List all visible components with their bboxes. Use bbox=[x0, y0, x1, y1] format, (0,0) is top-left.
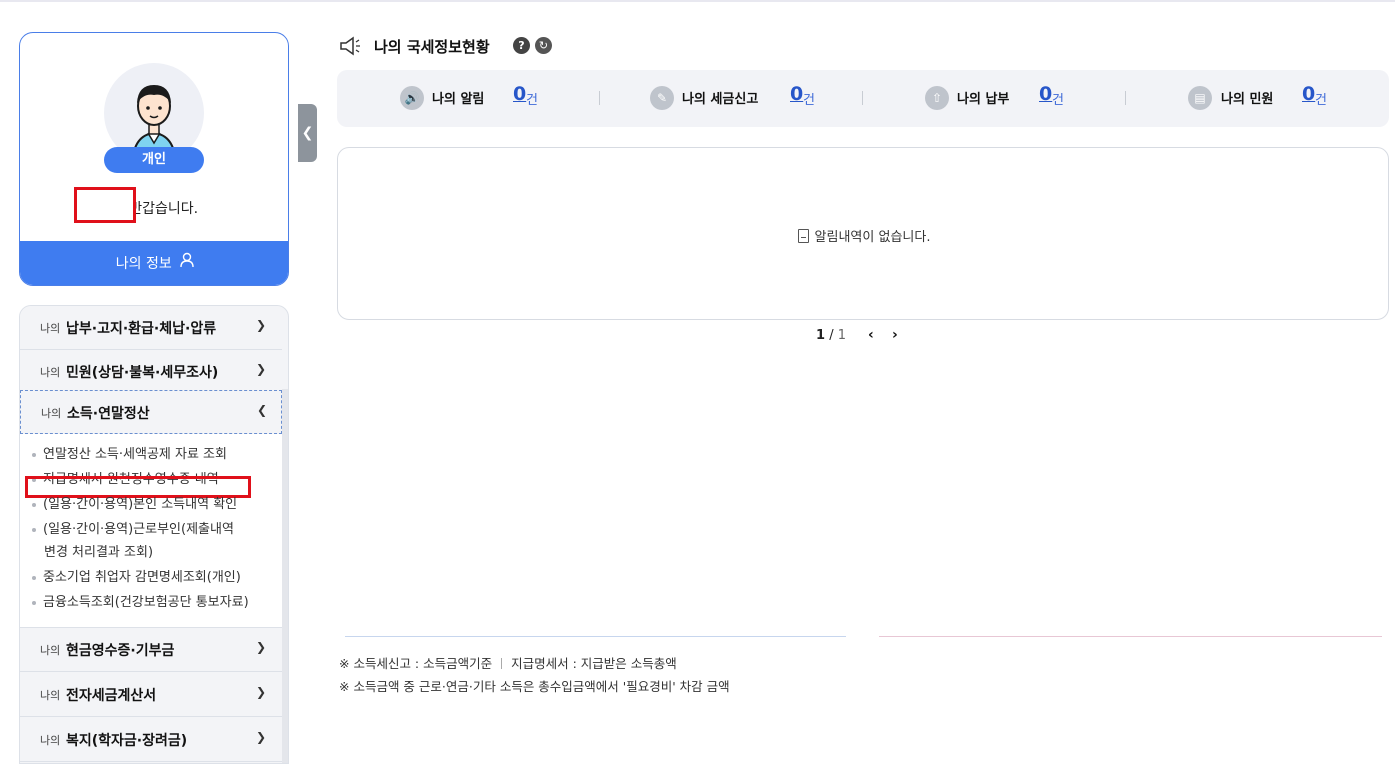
chevron-down-icon: ❯ bbox=[256, 640, 267, 654]
submenu-item-label: 중소기업 취업자 감면명세조회(개인) bbox=[43, 570, 241, 585]
person-icon bbox=[180, 241, 194, 285]
menu-item-payment[interactable]: 나의 납부·고지·환급·체납·압류 ❯ bbox=[20, 306, 282, 350]
stat-count[interactable]: 0 bbox=[1039, 83, 1052, 105]
menu-item-civil[interactable]: 나의 민원(상담·불복·세무조사) ❯ bbox=[20, 350, 282, 394]
menu-item-label: 납부·고지·환급·체납·압류 bbox=[66, 321, 217, 337]
menu-item-einvoice[interactable]: 나의 전자세금계산서 ❯ bbox=[20, 673, 282, 717]
help-icon[interactable]: ? bbox=[513, 37, 530, 54]
footnotes: ※ 소득세신고 : 소득금액기준 지급명세서 : 지급받은 소득총액 ※ 소득금액… bbox=[339, 652, 730, 698]
menu-prefix: 나의 bbox=[40, 689, 61, 702]
stat-label: 나의 알림 bbox=[432, 92, 485, 107]
page-total: 1 bbox=[837, 328, 846, 343]
chevron-left-icon[interactable]: ‹ bbox=[868, 327, 874, 343]
menu-item-label: 전자세금계산서 bbox=[66, 688, 157, 704]
submenu-item[interactable]: (일용·간이·용역)근로부인(제출내역 bbox=[32, 519, 234, 541]
megaphone-icon bbox=[338, 34, 362, 62]
chevron-left-icon: ❮ bbox=[301, 125, 314, 141]
submenu-item[interactable]: 중소기업 취업자 감면명세조회(개인) bbox=[32, 567, 241, 589]
stat-divider bbox=[599, 91, 600, 105]
refresh-icon[interactable]: ↻ bbox=[535, 37, 552, 54]
submenu-item-label: (일용·간이·용역)본인 소득내역 확인 bbox=[43, 497, 238, 512]
stat-divider bbox=[1125, 91, 1126, 105]
menu-prefix: 나의 bbox=[40, 322, 61, 335]
submenu-item-label: 연말정산 소득·세액공제 자료 조회 bbox=[43, 447, 227, 462]
submenu-item[interactable]: 금융소득조회(건강보험공단 통보자료) bbox=[32, 592, 249, 614]
submenu-item-label: 변경 처리결과 조회) bbox=[44, 545, 154, 560]
menu-item-label: 소득·연말정산 bbox=[67, 406, 150, 422]
redacted-name-box bbox=[74, 187, 136, 223]
chevron-down-icon: ❯ bbox=[256, 685, 267, 699]
submenu-item-continued[interactable]: 변경 처리결과 조회) bbox=[44, 542, 153, 564]
panel-divider bbox=[879, 636, 1382, 637]
menu-prefix: 나의 bbox=[41, 407, 62, 420]
my-info-button[interactable]: 나의 정보 bbox=[20, 241, 288, 285]
stat-count[interactable]: 0 bbox=[1302, 83, 1315, 105]
footnote-line: ※ 소득금액 중 근로·연금·기타 소득은 총수입금액에서 '필요경비' 차감 … bbox=[339, 679, 730, 694]
menu-item-welfare[interactable]: 나의 복지(학자금·장려금) ❯ bbox=[20, 718, 282, 762]
menu-item-receipt[interactable]: 나의 현금영수증·기부금 ❯ bbox=[20, 628, 282, 672]
submenu-item[interactable]: (일용·간이·용역)본인 소득내역 확인 bbox=[32, 494, 237, 516]
stat-divider bbox=[862, 91, 863, 105]
empty-message-text: 알림내역이 없습니다. bbox=[814, 230, 931, 245]
stat-unit: 건 bbox=[1052, 93, 1064, 108]
submenu-item[interactable]: 연말정산 소득·세액공제 자료 조회 bbox=[32, 444, 227, 466]
menu-scrollbar[interactable] bbox=[282, 389, 288, 763]
footnote-line: ※ 소득세신고 : 소득금액기준 지급명세서 : 지급받은 소득총액 bbox=[339, 656, 677, 671]
stat-count[interactable]: 0 bbox=[790, 83, 803, 105]
chevron-down-icon: ❯ bbox=[256, 362, 267, 376]
top-divider bbox=[0, 0, 1395, 2]
stat-count[interactable]: 0 bbox=[513, 83, 526, 105]
clipboard-icon: ▤ bbox=[1188, 86, 1212, 110]
sidebar-menu: 나의 납부·고지·환급·체납·압류 ❯ 나의 민원(상담·불복·세무조사) ❯ … bbox=[19, 305, 289, 764]
payment-icon: ⇧ bbox=[925, 86, 949, 110]
menu-item-label: 현금영수증·기부금 bbox=[66, 643, 175, 659]
empty-message: 알림내역이 없습니다. bbox=[338, 226, 1390, 245]
menu-item-label: 복지(학자금·장려금) bbox=[66, 733, 188, 749]
document-edit-icon: ✎ bbox=[650, 86, 674, 110]
stat-label: 나의 납부 bbox=[957, 92, 1010, 107]
menu-prefix: 나의 bbox=[40, 366, 61, 379]
document-icon bbox=[797, 229, 809, 243]
page-current: 1 bbox=[816, 328, 826, 343]
menu-prefix: 나의 bbox=[40, 734, 61, 747]
profile-card: 개인 님 반갑습니다. 나의 정보 bbox=[19, 32, 289, 286]
menu-prefix: 나의 bbox=[40, 644, 61, 657]
pagination: 1 / 1 ‹ › bbox=[816, 327, 898, 343]
stat-unit: 건 bbox=[526, 93, 538, 108]
user-type-badge: 개인 bbox=[104, 147, 204, 173]
chevron-right-icon[interactable]: › bbox=[892, 327, 898, 343]
chevron-down-icon: ❯ bbox=[256, 730, 267, 744]
stat-unit: 건 bbox=[803, 93, 815, 108]
income-submenu: 연말정산 소득·세액공제 자료 조회 지급명세서·원천징수영수증 내역 (일용·… bbox=[20, 434, 282, 628]
menu-item-label: 민원(상담·불복·세무조사) bbox=[66, 365, 219, 381]
stats-bar: 🔊 나의 알림 0 건 ✎ 나의 세금신고 0 건 ⇧ 나의 납부 0 건 ▤ … bbox=[337, 70, 1389, 127]
chevron-up-icon: ❮ bbox=[257, 403, 268, 417]
page-separator: / bbox=[829, 328, 834, 343]
stat-label: 나의 세금신고 bbox=[682, 92, 759, 107]
sidebar-collapse-button[interactable]: ❮ bbox=[298, 104, 317, 162]
panel-divider bbox=[345, 636, 846, 637]
submenu-item-label: 금융소득조회(건강보험공단 통보자료) bbox=[43, 595, 249, 610]
submenu-item-label: (일용·간이·용역)근로부인(제출내역 bbox=[43, 522, 234, 537]
stat-unit: 건 bbox=[1315, 93, 1327, 108]
chevron-down-icon: ❯ bbox=[256, 318, 267, 332]
megaphone-icon: 🔊 bbox=[400, 86, 424, 110]
greeting-text: 님 반갑습니다. bbox=[111, 201, 199, 217]
my-info-label: 나의 정보 bbox=[115, 256, 172, 272]
notification-list: 알림내역이 없습니다. bbox=[337, 147, 1389, 320]
menu-item-income[interactable]: 나의 소득·연말정산 ❮ bbox=[20, 390, 282, 434]
page-title: 나의 국세정보현황 bbox=[374, 38, 490, 56]
stat-label: 나의 민원 bbox=[1221, 92, 1274, 107]
